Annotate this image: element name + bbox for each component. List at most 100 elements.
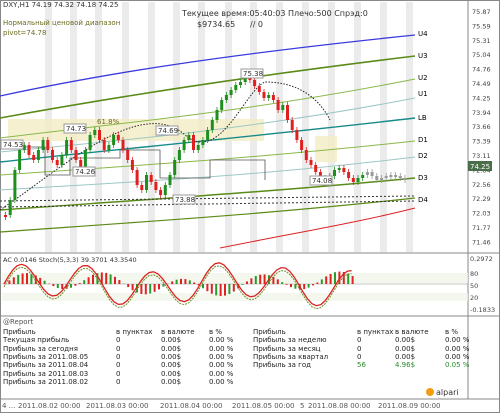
time-label-4: 2011.08.05 00:00	[232, 402, 294, 410]
report-right-cell: Прибыль за квартал	[253, 352, 329, 361]
candle	[55, 160, 59, 165]
price-tick: 73.11	[472, 152, 491, 160]
ac-bar	[153, 284, 156, 292]
price-tick: 74.49	[472, 80, 491, 88]
report-left-cell: Прибыль за 2011.08.05	[3, 352, 89, 361]
candle	[8, 200, 12, 215]
ac-bar	[21, 273, 24, 284]
ac-bar	[232, 284, 235, 292]
balance: $9734.65	[197, 20, 236, 29]
report-left-cell: Прибыль за сегодня	[3, 344, 78, 353]
ac-bar	[114, 276, 116, 284]
ac-bar	[294, 284, 297, 289]
candle	[342, 168, 346, 172]
candle	[51, 150, 54, 160]
report-left-cell: в валюте	[161, 328, 195, 336]
alpari-logo: alpari	[426, 388, 459, 397]
candle	[36, 150, 40, 160]
report-right-cell: Прибыль за месяц	[253, 344, 321, 353]
level-u4: U4	[418, 30, 428, 38]
ac-bar	[171, 281, 174, 284]
level-d1: D1	[418, 136, 428, 144]
time-label-0: 4 ...	[2, 402, 15, 410]
ac-bar	[241, 284, 244, 285]
candle	[234, 85, 238, 90]
report-right-cell: 0.00$	[395, 344, 416, 353]
osc-scale-20: 20	[470, 294, 478, 302]
ac-bar	[210, 284, 213, 294]
time-info: Текущее время:05:40:03 Плечо:500 Спрэд:0	[182, 9, 368, 18]
ac-bar	[281, 282, 284, 284]
time-label-5: 5	[300, 402, 304, 410]
ac-bar	[285, 284, 288, 285]
ac-bar	[118, 280, 121, 284]
report-right-cell: 4.96$	[395, 361, 416, 370]
ac-bar	[263, 274, 266, 284]
osc-title: AC 0.0146 Stoch(5,3,3) 39.3701 43.3540	[3, 256, 137, 264]
ac-bar	[127, 284, 130, 288]
candle	[74, 150, 78, 160]
candle	[112, 135, 116, 145]
report-right-cell: 0.00$	[395, 336, 416, 345]
symbol-ohlc: DXY,H1 74.19 74.32 74.18 74.25	[3, 1, 119, 9]
level-u2: U2	[418, 74, 428, 82]
ac-bar	[162, 284, 165, 287]
fib-label: 61.8%	[97, 118, 120, 126]
price-tick: 73.94	[472, 109, 491, 117]
report-left-cell: 0	[116, 336, 121, 345]
report-left-cell: 0.00$	[161, 377, 182, 386]
candle	[290, 120, 294, 130]
candle	[18, 150, 22, 170]
candle	[116, 135, 120, 140]
ac-bar	[175, 279, 178, 284]
osc-scale-50: 50	[470, 282, 478, 290]
marker-m4: 74.69	[158, 127, 178, 135]
ac-bar	[351, 276, 354, 284]
candle	[196, 145, 200, 150]
ac-bar	[78, 283, 81, 284]
report-left-cell: Прибыль	[3, 328, 36, 336]
report-left-cell: Прибыль за 2011.08.02	[3, 377, 89, 386]
price-tick: 72.29	[472, 195, 491, 203]
ac-bar	[316, 282, 319, 284]
candle	[220, 100, 224, 110]
ac-bar	[193, 282, 196, 284]
candle	[69, 140, 73, 150]
candle	[210, 120, 214, 130]
candle	[384, 176, 388, 178]
candle	[394, 175, 398, 177]
report-left-cell: 0.00 %	[209, 336, 234, 345]
marker-m7: 74.08	[312, 177, 332, 185]
marker-m1: 74.53	[3, 141, 23, 149]
candle	[201, 140, 205, 145]
report-right-cell: 0.00$	[395, 352, 416, 361]
ac-bar	[83, 280, 86, 284]
ac-bar	[149, 284, 152, 294]
report-left-cell: 0.00$	[161, 361, 182, 370]
candle	[168, 175, 172, 185]
level-d3: D3	[418, 174, 428, 182]
price-tick: 75.59	[472, 22, 491, 30]
price-tick: 74.76	[472, 66, 491, 74]
price-tick: 72.56	[472, 181, 491, 189]
candle	[267, 95, 271, 98]
report-right-cell: в валюте	[395, 328, 429, 336]
ac-bar	[17, 274, 20, 284]
candle	[370, 172, 374, 176]
price-tick: 71.46	[472, 238, 491, 246]
report-left-cell: 0.00 %	[209, 361, 234, 370]
candle	[351, 178, 355, 182]
report-right-cell: Прибыль	[253, 328, 286, 336]
price-scale[interactable]: 75.87 75.59 75.31 75.04 74.76 74.49 74.25 73.94…	[472, 8, 491, 246]
ac-bar	[312, 284, 314, 286]
report-left-cell: Текущая прибыль	[3, 336, 70, 345]
ac-bar	[320, 279, 323, 284]
ac-bar	[74, 284, 77, 286]
candle	[276, 100, 280, 110]
marker-m2: 74.73	[66, 125, 86, 133]
report-right-cell: 56	[357, 361, 366, 370]
candle	[380, 178, 383, 180]
candle	[182, 140, 186, 150]
report-left-cell: Прибыль за 2011.08.03	[3, 369, 89, 378]
report-right-cell: 0	[357, 344, 362, 353]
